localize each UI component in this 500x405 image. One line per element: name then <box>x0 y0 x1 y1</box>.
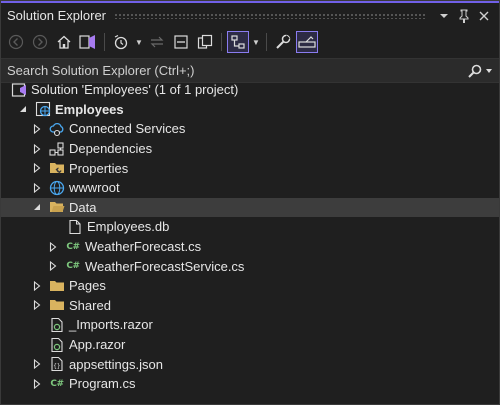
tree-item-project[interactable]: Employees <box>1 100 499 120</box>
employees-db-label: Employees.db <box>87 219 170 235</box>
tree-item-employees-db[interactable]: Employees.db <box>1 217 499 237</box>
data-label: Data <box>69 199 97 215</box>
collapsed-arrow-icon[interactable] <box>31 182 43 194</box>
csharp-file-icon: C# <box>66 261 80 272</box>
collapsed-arrow-icon[interactable] <box>31 143 43 155</box>
toolbar-separator <box>104 33 105 51</box>
razor-file-icon <box>49 337 65 353</box>
collapsed-arrow-icon[interactable] <box>31 378 43 390</box>
pages-label: Pages <box>69 278 106 294</box>
app-label: App.razor <box>69 337 126 353</box>
tree-item-dependencies[interactable]: Dependencies <box>1 139 499 159</box>
search-options[interactable] <box>468 64 493 78</box>
pending-changes-icon[interactable] <box>110 31 132 53</box>
collapsed-arrow-icon[interactable] <box>47 241 59 253</box>
connected-services-label: Connected Services <box>69 121 186 137</box>
search-input[interactable] <box>7 63 468 78</box>
window-title: Solution Explorer <box>7 8 106 23</box>
tree-item-shared[interactable]: Shared <box>1 296 499 316</box>
properties-label: Properties <box>69 160 129 176</box>
properties-folder-icon <box>49 160 65 176</box>
globe-icon <box>49 180 65 196</box>
tree-item-connected-services[interactable]: Connected Services <box>1 119 499 139</box>
imports-label: _Imports.razor <box>69 317 153 333</box>
tree-item-properties[interactable]: Properties <box>1 158 499 178</box>
switch-views-icon[interactable] <box>77 31 99 53</box>
tree-item-appsettings[interactable]: {} appsettings.json <box>1 354 499 374</box>
tree-item-data[interactable]: Data <box>1 197 499 218</box>
weather-forecast-label: WeatherForecast.cs <box>85 239 202 255</box>
active-view-icon[interactable] <box>227 31 249 53</box>
properties-icon[interactable] <box>272 31 294 53</box>
solution-tree: Solution 'Employees' (1 of 1 project) Em… <box>1 80 499 404</box>
wwwroot-label: wwwroot <box>69 180 120 196</box>
collapsed-arrow-icon[interactable] <box>47 260 59 272</box>
dependencies-icon <box>49 141 65 157</box>
svg-text:{}: {} <box>53 363 60 370</box>
drag-grip[interactable] <box>114 12 425 19</box>
folder-open-icon <box>49 199 65 215</box>
csharp-file-icon: C# <box>66 241 80 252</box>
close-icon[interactable] <box>475 7 493 25</box>
title-bar: Solution Explorer <box>1 1 499 28</box>
program-label: Program.cs <box>69 376 136 392</box>
back-icon[interactable] <box>5 31 27 53</box>
tree-item-weather-forecast[interactable]: C# WeatherForecast.cs <box>1 237 499 257</box>
active-view-dropdown-icon[interactable]: ▼ <box>251 31 261 53</box>
json-file-icon: {} <box>49 356 65 372</box>
web-project-icon <box>35 101 51 117</box>
home-icon[interactable] <box>53 31 75 53</box>
file-icon <box>67 219 83 235</box>
pin-icon[interactable] <box>455 7 473 25</box>
tree-item-pages[interactable]: Pages <box>1 276 499 296</box>
window-options-icon[interactable] <box>435 7 453 25</box>
folder-icon <box>49 278 65 294</box>
tree-item-solution[interactable]: Solution 'Employees' (1 of 1 project) <box>1 80 499 100</box>
tree-item-imports[interactable]: _Imports.razor <box>1 315 499 335</box>
pending-changes-dropdown-icon[interactable]: ▼ <box>134 31 144 53</box>
dependencies-label: Dependencies <box>69 141 153 157</box>
toolbar: ▼ ▼ <box>1 28 499 56</box>
forward-icon[interactable] <box>29 31 51 53</box>
collapsed-arrow-icon[interactable] <box>31 123 43 135</box>
chevron-down-icon[interactable] <box>485 67 493 75</box>
show-all-files-icon[interactable] <box>194 31 216 53</box>
solution-label: Solution 'Employees' (1 of 1 project) <box>31 82 239 98</box>
preview-icon[interactable] <box>296 31 318 53</box>
toolbar-separator <box>266 33 267 51</box>
collapsed-arrow-icon[interactable] <box>31 358 43 370</box>
appsettings-label: appsettings.json <box>69 356 163 372</box>
search-icon[interactable] <box>468 64 482 78</box>
tree-item-weather-forecast-service[interactable]: C# WeatherForecastService.cs <box>1 256 499 276</box>
collapse-all-icon[interactable] <box>170 31 192 53</box>
solution-explorer-window: Solution Explorer ▼ ▼ Search Solution Ex… <box>0 0 500 405</box>
razor-file-icon <box>49 317 65 333</box>
project-label: Employees <box>55 101 124 117</box>
tree-item-program[interactable]: C# Program.cs <box>1 374 499 394</box>
tree-item-wwwroot[interactable]: wwwroot <box>1 178 499 198</box>
expanded-arrow-icon[interactable] <box>17 103 29 115</box>
csharp-file-icon: C# <box>50 378 64 389</box>
solution-icon <box>11 82 27 98</box>
toolbar-separator <box>221 33 222 51</box>
collapsed-arrow-icon[interactable] <box>31 162 43 174</box>
tree-item-app[interactable]: App.razor <box>1 335 499 355</box>
expanded-arrow-icon[interactable] <box>31 201 43 213</box>
shared-label: Shared <box>69 297 111 313</box>
folder-icon <box>49 297 65 313</box>
sync-icon[interactable] <box>146 31 168 53</box>
weather-forecast-service-label: WeatherForecastService.cs <box>85 258 245 274</box>
collapsed-arrow-icon[interactable] <box>31 280 43 292</box>
collapsed-arrow-icon[interactable] <box>31 299 43 311</box>
connected-services-icon <box>49 121 65 137</box>
